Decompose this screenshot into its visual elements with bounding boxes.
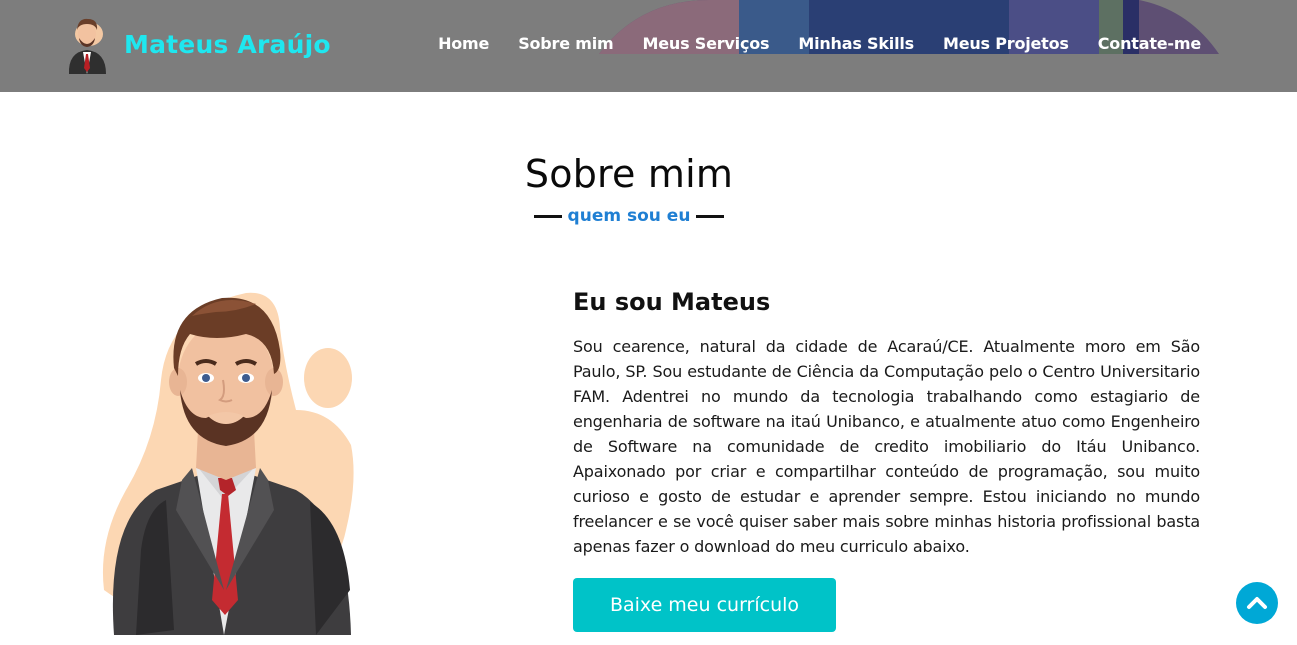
section-subtitle: quem sou eu bbox=[0, 206, 1258, 226]
main-nav: Home Sobre mim Meus Serviços Minhas Skil… bbox=[438, 34, 1201, 53]
brand-name: Mateus Araújo bbox=[124, 29, 331, 59]
navbar: Mateus Araújo Home Sobre mim Meus Serviç… bbox=[0, 0, 1297, 92]
developer-avatar-icon bbox=[68, 18, 106, 74]
about-paragraph: Sou cearence, natural da cidade de Acara… bbox=[573, 337, 1200, 556]
nav-link-home[interactable]: Home bbox=[438, 34, 489, 53]
chevron-up-icon bbox=[1247, 597, 1267, 609]
nav-link-skills[interactable]: Minhas Skills bbox=[798, 34, 914, 53]
brand[interactable]: Mateus Araújo bbox=[62, 14, 331, 74]
about-heading: Eu sou Mateus bbox=[573, 288, 771, 316]
subtitle-text: quem sou eu bbox=[567, 206, 691, 226]
profile-illustration bbox=[102, 292, 354, 635]
nav-link-sobre-mim[interactable]: Sobre mim bbox=[518, 34, 614, 53]
nav-link-servicos[interactable]: Meus Serviços bbox=[643, 34, 770, 53]
scroll-top-button[interactable] bbox=[1236, 582, 1278, 624]
subtitle-divider-right bbox=[696, 214, 725, 218]
subtitle-divider-left bbox=[533, 214, 562, 218]
nav-link-projetos[interactable]: Meus Projetos bbox=[943, 34, 1069, 53]
download-cv-button[interactable]: Baixe meu currículo bbox=[573, 578, 836, 632]
section-title: Sobre mim bbox=[524, 152, 734, 196]
nav-link-contato[interactable]: Contate-me bbox=[1098, 34, 1201, 53]
